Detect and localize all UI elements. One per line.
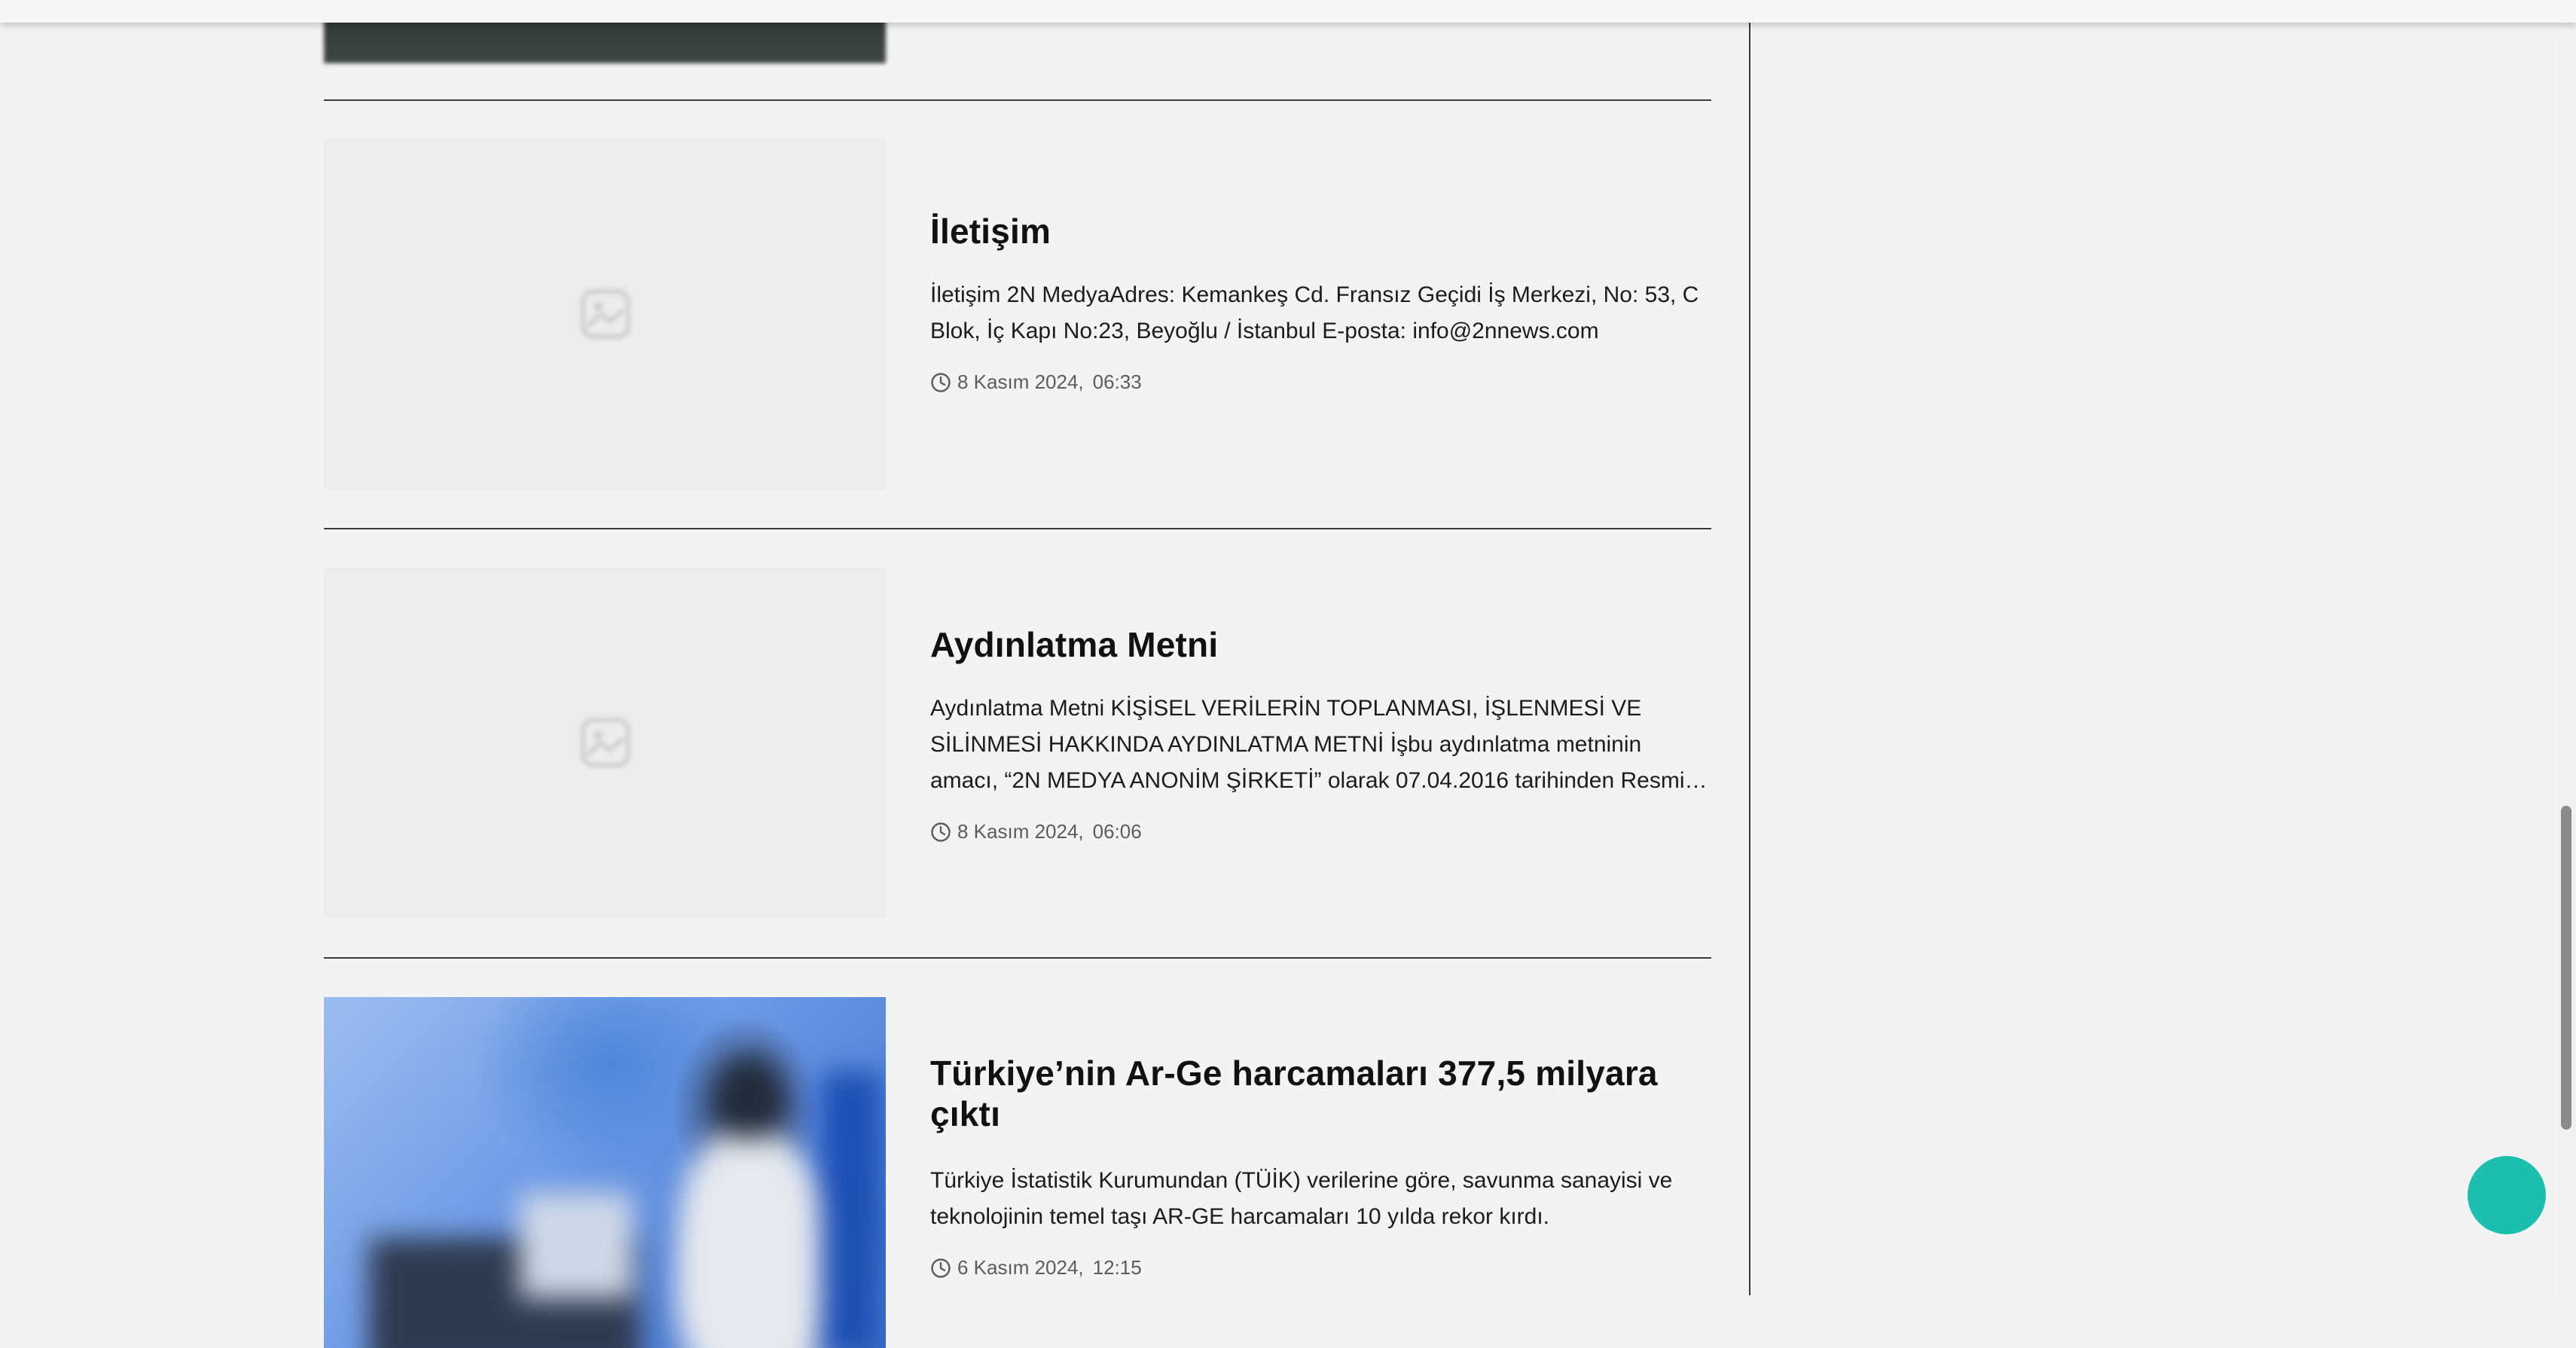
clock-icon: [931, 372, 951, 392]
article-divider: [324, 957, 1711, 959]
clock-icon: [931, 822, 951, 842]
article-thumbnail[interactable]: [324, 567, 886, 918]
scrollbar-thumb[interactable]: [2561, 806, 2571, 1130]
article-excerpt: Aydınlatma Metni KİŞİSEL VERİLERİN TOPLA…: [930, 696, 1708, 793]
article-time: 06:06: [1092, 820, 1142, 843]
article-meta: 8 Kasım 2024, 06:33: [930, 371, 1714, 394]
image-placeholder-icon: [581, 718, 630, 767]
top-header-bar: [0, 0, 2576, 23]
article-list: İletişim İletişim 2N MedyaAdres: Kemanke…: [324, 0, 1750, 1348]
article-time: 06:33: [1092, 371, 1142, 393]
article-date: 8 Kasım 2024,: [957, 820, 1084, 843]
article-title[interactable]: İletişim: [930, 211, 1714, 252]
floating-action-button[interactable]: [2468, 1156, 2546, 1234]
scrollbar[interactable]: [2558, 23, 2576, 1295]
article-item: Aydınlatma Metni Aydınlatma Metni KİŞİSE…: [324, 567, 1711, 918]
article-title[interactable]: Türkiye’nin Ar-Ge harcamaları 377,5 mily…: [930, 1053, 1714, 1134]
article-divider: [324, 528, 1711, 529]
image-placeholder-icon: [581, 289, 630, 339]
article-item: Türkiye’nin Ar-Ge harcamaları 377,5 mily…: [324, 997, 1711, 1348]
article-time: 12:15: [1092, 1256, 1142, 1279]
article-thumbnail[interactable]: [324, 997, 886, 1348]
article-divider: [324, 99, 1711, 101]
article-item: İletişim İletişim 2N MedyaAdres: Kemanke…: [324, 139, 1711, 489]
article-excerpt: İletişim 2N MedyaAdres: Kemankeş Cd. Fra…: [930, 282, 1699, 343]
clock-icon: [931, 1258, 951, 1278]
article-date: 8 Kasım 2024,: [957, 371, 1084, 393]
article-photo: [324, 997, 886, 1348]
article-meta: 6 Kasım 2024, 12:15: [930, 1256, 1714, 1279]
article-meta: 8 Kasım 2024, 06:06: [930, 820, 1714, 843]
article-date: 6 Kasım 2024,: [957, 1256, 1084, 1279]
article-title[interactable]: Aydınlatma Metni: [930, 624, 1714, 665]
article-excerpt: Türkiye İstatistik Kurumundan (TÜİK) ver…: [930, 1168, 1673, 1229]
article-thumbnail[interactable]: [324, 139, 886, 489]
